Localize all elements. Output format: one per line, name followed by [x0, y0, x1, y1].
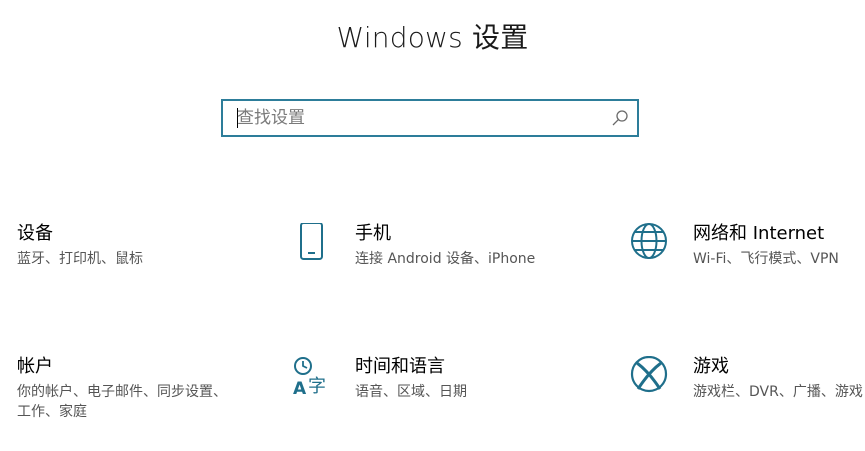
time-language-icon: A 字 — [293, 357, 326, 399]
tile-phone[interactable]: 手机 连接 Android 设备、iPhone — [295, 221, 555, 311]
tile-name: 网络和 Internet — [693, 223, 825, 244]
svg-text:A: A — [293, 379, 307, 399]
page-title: Windows 设置 — [336, 21, 529, 54]
globe-icon — [631, 223, 667, 259]
tile-time-language[interactable]: A 字 时间和语言 语音、区域、日期 — [290, 354, 550, 444]
tile-desc: 语音、区域、日期 — [355, 384, 467, 400]
tile-name: 游戏 — [693, 356, 729, 377]
tile-desc: 连接 Android 设备、iPhone — [355, 251, 536, 267]
tile-name: 设备 — [17, 223, 53, 244]
tile-accounts[interactable]: 帐户 你的帐户、电子邮件、同步设置、工作、家庭 — [17, 354, 277, 444]
phone-icon — [300, 223, 323, 260]
tile-gaming[interactable]: 游戏 游戏栏、DVR、广播、游戏 — [630, 354, 865, 444]
tile-name: 帐户 — [17, 356, 53, 377]
tile-devices[interactable]: 设备 蓝牙、打印机、鼠标 — [17, 221, 277, 311]
tile-desc: 你的帐户、电子邮件、同步设置、工作、家庭 — [17, 384, 227, 420]
tile-name: 手机 — [355, 223, 391, 244]
tile-desc: Wi-Fi、飞行模式、VPN — [693, 251, 839, 267]
xbox-icon — [630, 356, 668, 393]
search-input[interactable] — [237, 105, 597, 131]
tile-desc: 蓝牙、打印机、鼠标 — [17, 251, 143, 267]
tile-network[interactable]: 网络和 Internet Wi-Fi、飞行模式、VPN — [630, 221, 865, 311]
svg-text:字: 字 — [308, 376, 326, 397]
tile-name: 时间和语言 — [355, 356, 445, 377]
search-box[interactable] — [221, 99, 639, 137]
search-icon[interactable] — [611, 109, 629, 127]
tile-desc: 游戏栏、DVR、广播、游戏 — [693, 384, 863, 400]
